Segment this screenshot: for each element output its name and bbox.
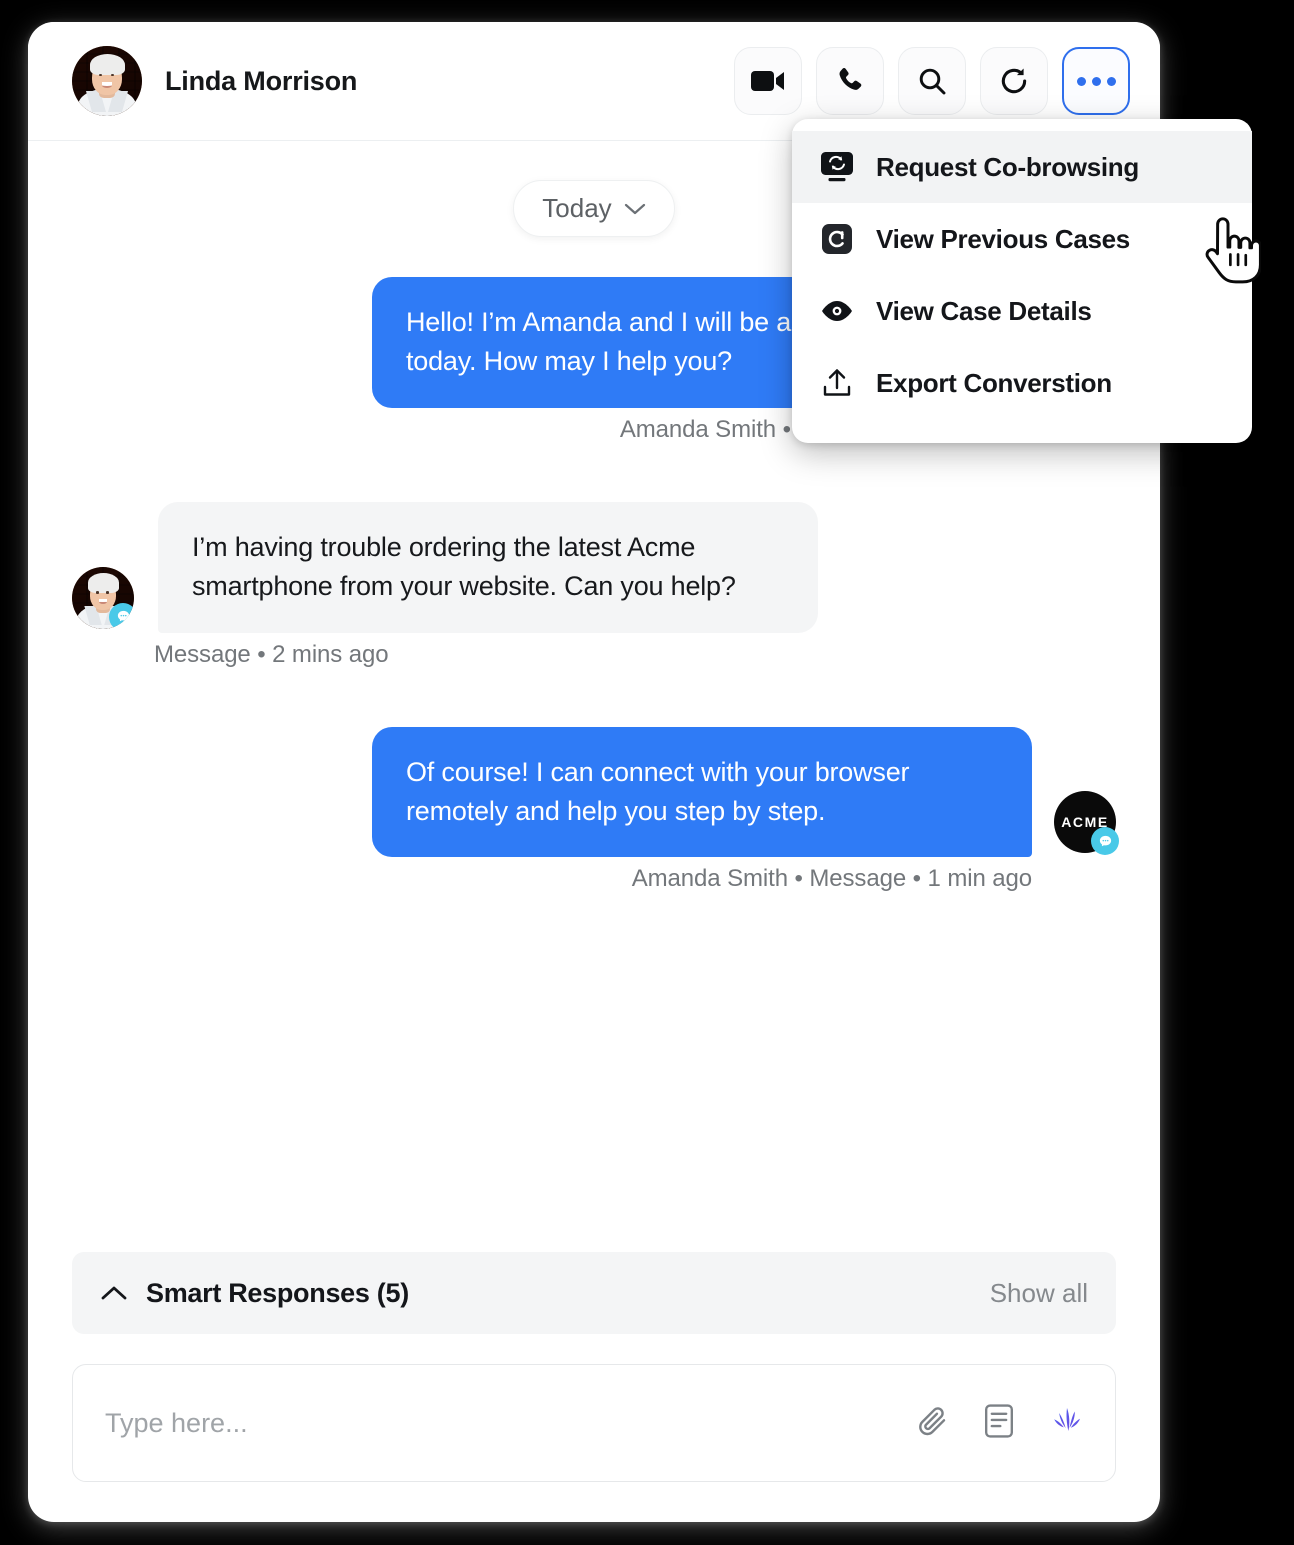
chat-channel-badge-icon [1091, 827, 1119, 856]
menu-item-label: View Previous Cases [876, 223, 1130, 254]
smart-responses-toggle[interactable]: Smart Responses (5) [100, 1278, 409, 1309]
case-c-icon [820, 222, 854, 256]
customer-photo-avatar[interactable] [72, 566, 134, 629]
message-input[interactable] [105, 1407, 915, 1439]
header-actions [734, 47, 1130, 115]
chat-footer: Smart Responses (5) Show all [28, 1252, 1160, 1522]
smart-responses-label: Smart Responses (5) [146, 1277, 409, 1308]
co-browsing-icon [820, 150, 854, 184]
acme-logo-avatar[interactable]: ACME [1054, 791, 1119, 856]
message-meta: Amanda Smith • Message • 1 min ago [631, 865, 1032, 893]
menu-item-view-case-details[interactable]: View Case Details [792, 275, 1252, 347]
page-title: Linda Morrison [165, 65, 358, 96]
avatar[interactable] [72, 46, 142, 116]
knowledge-article-icon[interactable] [983, 1403, 1015, 1443]
composer-actions [915, 1403, 1085, 1443]
show-all-link[interactable]: Show all [990, 1278, 1088, 1309]
search-button[interactable] [898, 47, 966, 115]
date-divider-pill[interactable]: Today [513, 180, 675, 237]
video-call-button[interactable] [734, 47, 802, 115]
menu-item-label: Request Co-browsing [876, 151, 1139, 182]
menu-item-label: View Case Details [876, 295, 1092, 326]
message-meta: Message • 2 mins ago [154, 640, 389, 668]
menu-item-view-previous-cases[interactable]: View Previous Cases [792, 203, 1252, 275]
message-bubble: Of course! I can connect with your brows… [372, 726, 1032, 858]
chat-channel-badge-icon [109, 602, 134, 629]
date-divider-label: Today [542, 193, 612, 223]
chevron-up-icon [100, 1284, 128, 1302]
message-row-incoming: I’m having trouble ordering the latest A… [72, 501, 1116, 633]
attachment-paperclip-icon[interactable] [915, 1404, 949, 1443]
message-composer [72, 1364, 1116, 1482]
message-row-outgoing: Of course! I can connect with your brows… [72, 726, 1119, 858]
video-camera-icon [751, 68, 785, 94]
message-bubble: I’m having trouble ordering the latest A… [158, 501, 818, 633]
menu-item-label: Export Converstion [876, 367, 1112, 398]
eye-icon [820, 294, 854, 328]
contact-photo [72, 46, 142, 116]
menu-item-export-conversation[interactable]: Export Converstion [792, 347, 1252, 419]
more-options-button[interactable] [1062, 47, 1130, 115]
refresh-icon [998, 65, 1030, 97]
header-contact: Linda Morrison [72, 46, 357, 116]
menu-item-request-co-browsing[interactable]: Request Co-browsing [792, 131, 1252, 203]
voice-call-button[interactable] [816, 47, 884, 115]
smart-responses-bar[interactable]: Smart Responses (5) Show all [72, 1252, 1116, 1334]
more-horizontal-icon [1076, 76, 1116, 86]
more-options-dropdown: Request Co-browsing View Previous Cases … [792, 119, 1252, 443]
einstein-ai-icon[interactable] [1049, 1404, 1085, 1443]
search-icon [916, 65, 948, 97]
chevron-down-icon [624, 202, 646, 216]
export-upload-icon [820, 366, 854, 400]
refresh-button[interactable] [980, 47, 1048, 115]
phone-icon [834, 65, 866, 97]
